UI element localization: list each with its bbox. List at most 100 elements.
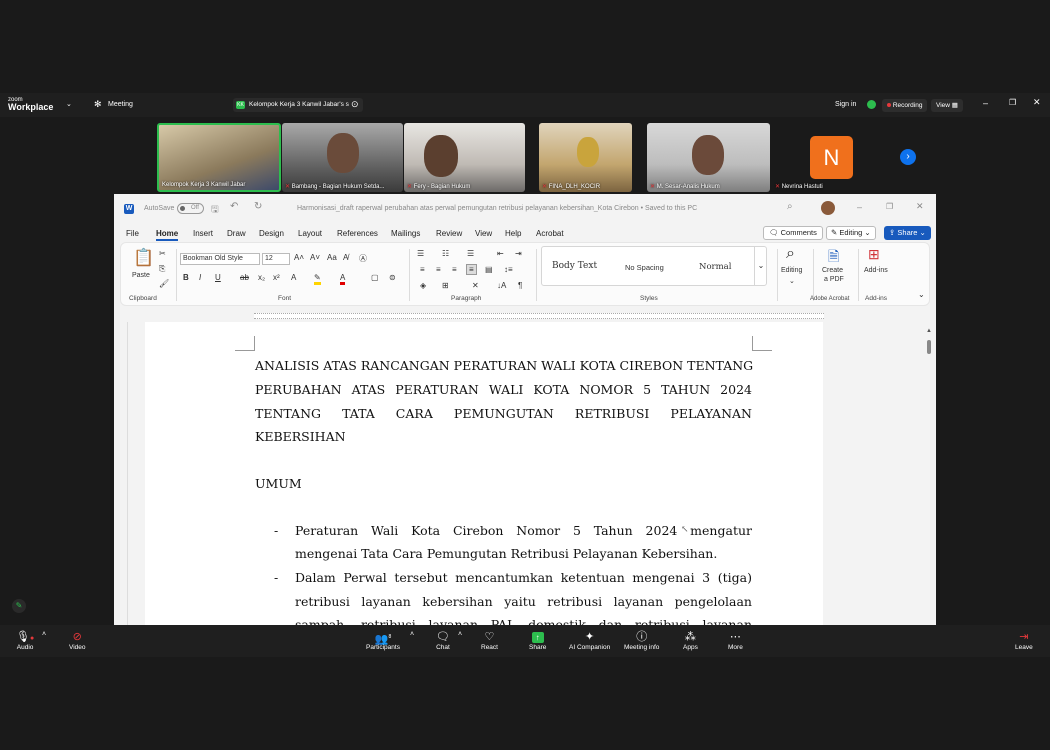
underline-icon[interactable]: U bbox=[215, 273, 221, 282]
video-tile[interactable]: ✕ Bambang - Bagian Hukum Setda... bbox=[282, 123, 403, 192]
bullets-icon[interactable]: ☰ bbox=[417, 249, 424, 258]
style-no-spacing[interactable]: No Spacing bbox=[625, 263, 664, 272]
minimize-icon[interactable]: – bbox=[983, 98, 988, 108]
video-tile[interactable]: ✕ Fery - Bagian Hukum bbox=[404, 123, 525, 192]
video-tile[interactable]: Kelompok Kerja 3 Kanwil Jabar bbox=[157, 123, 281, 192]
minimize-icon[interactable]: – bbox=[857, 202, 862, 212]
paste-label[interactable]: Paste bbox=[132, 272, 150, 279]
save-icon[interactable]: 🖫 bbox=[211, 202, 219, 218]
video-tile[interactable]: ✕ M. Sesar-Analis Hukum bbox=[647, 123, 770, 192]
chevron-up-icon[interactable]: ˄ bbox=[410, 631, 414, 638]
align-left-icon[interactable]: ≡ bbox=[420, 265, 425, 274]
add-ins-label[interactable]: Add-ins bbox=[864, 267, 888, 274]
scrollbar-thumb[interactable] bbox=[927, 340, 931, 354]
clear-format-icon[interactable]: A̸ bbox=[343, 253, 348, 262]
paste-icon[interactable]: 📋 bbox=[133, 248, 154, 268]
ai-companion-button[interactable]: ✦ AI Companion bbox=[569, 630, 610, 651]
comments-button[interactable]: 🗨 Comments bbox=[763, 226, 823, 240]
style-body-text[interactable]: Body Text bbox=[552, 261, 597, 271]
undo-icon[interactable]: ↶ bbox=[230, 201, 238, 212]
align-center-icon[interactable]: ≡ bbox=[436, 265, 441, 274]
highlight-icon[interactable]: ✎ bbox=[314, 273, 321, 285]
chinese-layout-icon[interactable]: ✕ bbox=[472, 281, 479, 290]
tab-references[interactable]: References bbox=[337, 229, 378, 238]
character-border-icon[interactable]: ▢ bbox=[371, 273, 379, 282]
sign-in-link[interactable]: Sign in bbox=[835, 101, 856, 108]
strikethrough-icon[interactable]: ab bbox=[240, 273, 249, 282]
format-painter-icon[interactable]: 🖌 bbox=[159, 279, 169, 288]
chevron-right-icon[interactable]: › bbox=[900, 149, 916, 165]
more-button[interactable]: ⋯ More bbox=[728, 630, 743, 651]
decrease-indent-icon[interactable]: ⇤ bbox=[497, 249, 504, 258]
meeting-info-button[interactable]: ⓘ Meeting info bbox=[624, 630, 659, 651]
sort-icon[interactable]: ↓A bbox=[497, 281, 506, 290]
tab-help[interactable]: Help bbox=[505, 229, 521, 238]
tab-file[interactable]: File bbox=[126, 229, 139, 238]
audio-button[interactable]: 🎙● Audio bbox=[16, 630, 34, 651]
document-page[interactable]: ANALISIS ATAS RANCANGAN PERATURAN WALI K… bbox=[145, 322, 823, 625]
find-icon[interactable]: ⌕ bbox=[786, 245, 795, 263]
share-button[interactable]: ⇪ Share ⌄ bbox=[884, 226, 931, 240]
add-ins-icon[interactable]: ⊞ bbox=[868, 246, 880, 263]
tab-design[interactable]: Design bbox=[259, 229, 284, 238]
collapse-ribbon-icon[interactable]: ⌄ bbox=[918, 290, 925, 299]
shading-icon[interactable]: ◈ bbox=[420, 281, 426, 290]
font-name-select[interactable]: Bookman Old Style bbox=[180, 253, 260, 265]
character-shading-icon[interactable]: ⊜ bbox=[389, 273, 396, 282]
style-normal[interactable]: Normal bbox=[699, 262, 731, 272]
tab-insert[interactable]: Insert bbox=[193, 229, 213, 238]
more-icon[interactable]: ⊙ bbox=[351, 99, 359, 110]
cut-icon[interactable]: ✂ bbox=[159, 249, 166, 258]
video-tile[interactable]: N ✕ Nevrina Hastuti bbox=[772, 123, 892, 192]
autosave-toggle[interactable]: Off bbox=[177, 203, 204, 214]
change-case-icon[interactable]: Aa bbox=[327, 253, 337, 262]
annotate-icon[interactable]: ✎ bbox=[12, 599, 26, 613]
recording-badge[interactable]: Recording bbox=[882, 99, 928, 112]
close-icon[interactable]: ✕ bbox=[916, 201, 924, 212]
justify-icon[interactable]: ≡ bbox=[466, 264, 477, 275]
subscript-icon[interactable]: x₂ bbox=[258, 273, 265, 282]
text-effects-icon[interactable]: Ⓐ bbox=[359, 253, 367, 264]
share-screen-button[interactable]: ↑ Share bbox=[529, 630, 546, 651]
shrink-font-icon[interactable]: A˅ bbox=[310, 253, 320, 262]
meeting-label[interactable]: Meeting bbox=[108, 101, 133, 108]
italic-icon[interactable]: I bbox=[199, 273, 201, 282]
editing-label[interactable]: Editing bbox=[781, 267, 802, 274]
multilevel-list-icon[interactable]: ☰ bbox=[467, 249, 474, 258]
redo-icon[interactable]: ↻ bbox=[254, 201, 262, 212]
close-icon[interactable]: ✕ bbox=[1033, 97, 1041, 108]
tab-home[interactable]: Home bbox=[156, 229, 179, 241]
line-spacing-icon[interactable]: ↕≡ bbox=[504, 265, 513, 274]
chat-button[interactable]: 🗨 Chat bbox=[436, 630, 450, 651]
react-button[interactable]: ♡ React bbox=[481, 630, 498, 651]
chevron-up-icon[interactable]: ˄ bbox=[458, 631, 462, 638]
grow-font-icon[interactable]: A˄ bbox=[294, 253, 304, 262]
restore-icon[interactable]: ❐ bbox=[886, 202, 893, 211]
meeting-tab[interactable]: KK Kelompok Kerja 3 Kanwil Jabar's s ⊙ bbox=[233, 98, 363, 112]
font-color-icon[interactable]: A bbox=[340, 273, 346, 285]
styles-more-icon[interactable]: ⌄ bbox=[754, 247, 767, 285]
restore-icon[interactable]: ❐ bbox=[1009, 98, 1016, 107]
create-pdf-label-1[interactable]: Create bbox=[822, 267, 843, 274]
avatar[interactable] bbox=[821, 201, 835, 215]
superscript-icon[interactable]: x² bbox=[273, 273, 280, 282]
columns-icon[interactable]: ▤ bbox=[485, 265, 493, 274]
video-button[interactable]: ⊘ Video bbox=[69, 630, 86, 651]
pilcrow-icon[interactable]: ¶ bbox=[518, 281, 522, 290]
tab-view[interactable]: View bbox=[475, 229, 492, 238]
chevron-up-icon[interactable]: ˄ bbox=[42, 631, 46, 638]
increase-indent-icon[interactable]: ⇥ bbox=[515, 249, 522, 258]
vertical-scrollbar[interactable]: ▲ bbox=[926, 328, 932, 625]
participants-button[interactable]: 👥8 Participants bbox=[366, 630, 400, 651]
copy-icon[interactable]: ⎘ bbox=[159, 264, 165, 274]
font-size-select[interactable]: 12 bbox=[262, 253, 290, 265]
search-icon[interactable]: ⌕ bbox=[787, 201, 793, 212]
chevron-down-icon[interactable]: ⌄ bbox=[789, 277, 795, 285]
tab-draw[interactable]: Draw bbox=[227, 229, 246, 238]
create-pdf-label-2[interactable]: a PDF bbox=[824, 276, 844, 283]
numbering-icon[interactable]: ☷ bbox=[442, 249, 449, 258]
scroll-up-icon[interactable]: ▲ bbox=[926, 328, 932, 334]
chevron-down-icon[interactable]: ⌄ bbox=[66, 100, 72, 108]
tab-mailings[interactable]: Mailings bbox=[391, 229, 420, 238]
tab-review[interactable]: Review bbox=[436, 229, 462, 238]
